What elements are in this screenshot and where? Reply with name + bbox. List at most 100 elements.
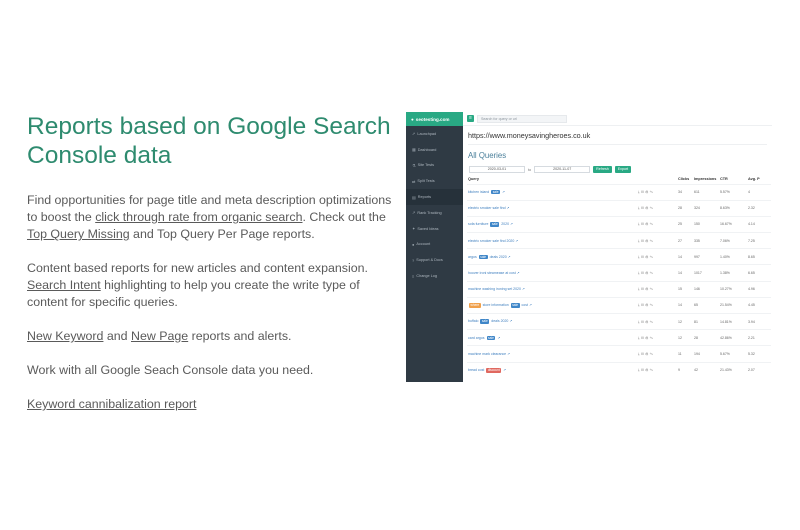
impressions-cell: 65 (693, 296, 719, 314)
text: and Top Query Per Page reports. (129, 227, 315, 241)
avg-position-cell: 2.21 (747, 329, 771, 346)
external-link-icon[interactable]: ↗ (509, 222, 513, 226)
clicks-cell: 14 (677, 264, 693, 282)
sidebar-item-rank-tracking[interactable]: ↗ Rank Tracking (406, 205, 463, 221)
column-header[interactable]: Avg. P (747, 175, 771, 184)
row-actions-icon[interactable]: ⤓ ▤ ⚙ ✎ (637, 264, 677, 282)
query-cell[interactable]: buffalo sale deals 2020 ↗ (467, 312, 637, 330)
row-actions-icon[interactable]: ⤓ ▤ ⚙ ✎ (637, 312, 677, 330)
external-link-icon[interactable]: ↗ (507, 206, 510, 210)
avg-position-cell: 4 (747, 183, 771, 201)
external-link-icon[interactable]: ↗ (508, 319, 512, 323)
row-actions-icon[interactable]: ⤓ ▤ ⚙ ✎ (637, 215, 677, 233)
avg-position-cell: 7.25 (747, 232, 771, 249)
table-row[interactable]: buffalo sale deals 2020 ↗ ⤓ ▤ ⚙ ✎ 12 81 14.8… (467, 312, 771, 330)
query-cell[interactable]: sofa furniture sale 2020 ↗ (467, 215, 637, 233)
query-cell[interactable]: electric smoker sale find ↗ (467, 199, 637, 217)
date-to-input[interactable]: 2020-11-07 (534, 166, 591, 173)
query-cell[interactable]: hoover ironi steamease at cost ↗ (467, 264, 637, 282)
query-cell[interactable]: card argos sale ↗ (467, 329, 637, 346)
column-header[interactable]: Impressions (693, 175, 719, 184)
row-actions-icon[interactable]: ⤓ ▤ ⚙ ✎ (637, 183, 677, 201)
table-row[interactable]: electric smoker sale find ↗ ⤓ ▤ ⚙ ✎ 28 324 8… (467, 199, 771, 217)
sidebar-item-label: Dashboard (417, 147, 437, 152)
row-actions-icon[interactable]: ⤓ ▤ ⚙ ✎ (637, 329, 677, 346)
column-header[interactable]: CTR (719, 175, 747, 184)
row-actions-icon[interactable]: ⤓ ▤ ⚙ ✎ (637, 361, 677, 379)
main-panel: ≡ Search for query or url https://www.mo… (463, 112, 772, 382)
column-header[interactable]: Clicks (677, 175, 693, 184)
sidebar-item-launchpad[interactable]: ➚ Launchpad (406, 126, 463, 142)
search-input[interactable]: Search for query or url (477, 114, 567, 123)
row-actions-icon[interactable]: ⤓ ▤ ⚙ ✎ (637, 296, 677, 314)
clicks-cell: 14 (677, 248, 693, 265)
query-cell[interactable]: bread cost discount ↗ (467, 361, 637, 379)
table-row[interactable]: bread cost discount ↗ ⤓ ▤ ⚙ ✎ 9 42 21.43% 2.0… (467, 361, 771, 379)
avg-position-cell: 4.96 (747, 280, 771, 298)
sidebar-item-split-tests[interactable]: ⇄ Split Tests (406, 173, 463, 189)
external-link-icon[interactable]: ↗ (517, 271, 520, 275)
sidebar-item-dashboard[interactable]: ▦ Dashboard (406, 142, 463, 158)
top-query-missing-link[interactable]: Top Query Missing (27, 227, 130, 241)
sidebar-item-site-tests[interactable]: ⚗ Site Tests (406, 158, 463, 174)
query-cell[interactable]: machine washing ironing set 2020 ↗ (467, 280, 637, 298)
query-cell[interactable]: machine mark clearance ↗ (467, 345, 637, 363)
table-row[interactable]: machine mark clearance ↗ ⤓ ▤ ⚙ ✎ 11 194 5.67… (467, 345, 771, 363)
external-link-icon[interactable]: ↗ (501, 190, 505, 194)
row-actions-icon[interactable]: ⤓ ▤ ⚙ ✎ (637, 248, 677, 265)
clicks-cell: 9 (677, 361, 693, 379)
refresh-button[interactable]: Refresh (593, 166, 612, 173)
query-cell[interactable]: where store information sale cost ↗ (467, 296, 637, 314)
keyword-cannibalization-link[interactable]: Keyword cannibalization report (27, 397, 196, 411)
table-row[interactable]: hoover ironi steamease at cost ↗ ⤓ ▤ ⚙ ✎ 1… (467, 264, 771, 282)
clicks-cell: 28 (677, 199, 693, 217)
row-actions-icon[interactable]: ⤓ ▤ ⚙ ✎ (637, 232, 677, 249)
query-cell[interactable]: electric smoker sale find 2020 ↗ (467, 232, 637, 249)
impressions-cell: 611 (693, 183, 719, 201)
table-row[interactable]: electric smoker sale find 2020 ↗ ⤓ ▤ ⚙ ✎ 2… (467, 232, 771, 249)
column-header[interactable]: Query (467, 175, 637, 184)
new-keyword-link[interactable]: New Keyword (27, 329, 103, 343)
topbar: ≡ Search for query or url (463, 112, 772, 126)
column-header[interactable] (637, 175, 677, 184)
search-intent-link[interactable]: Search Intent (27, 278, 101, 292)
row-actions-icon[interactable]: ⤓ ▤ ⚙ ✎ (637, 199, 677, 217)
table-row[interactable]: kitchen island sale ↗ ⤓ ▤ ⚙ ✎ 34 611 5.57% 4 (467, 183, 771, 201)
hamburger-icon[interactable]: ≡ (467, 115, 474, 122)
table-row[interactable]: machine washing ironing set 2020 ↗ ⤓ ▤ ⚙ … (467, 280, 771, 298)
table-row[interactable]: sofa furniture sale 2020 ↗ ⤓ ▤ ⚙ ✎ 25 150 16… (467, 215, 771, 233)
text: and (103, 329, 131, 343)
sidebar-item-change-log[interactable]: ≡ Change Log (406, 268, 463, 284)
date-from-input[interactable]: 2020-03-01 (469, 166, 525, 173)
clicks-cell: 15 (677, 280, 693, 298)
ctr-link[interactable]: click through rate from organic search (95, 210, 302, 224)
external-link-icon[interactable]: ↗ (507, 255, 511, 259)
sidebar-item-reports[interactable]: ▤ Reports (406, 189, 463, 205)
external-link-icon[interactable]: ↗ (507, 352, 510, 356)
row-actions-icon[interactable]: ⤓ ▤ ⚙ ✎ (637, 280, 677, 298)
table-row[interactable]: argos sale deals 2020 ↗ ⤓ ▤ ⚙ ✎ 14 997 1.40%… (467, 248, 771, 265)
export-button[interactable]: Export (614, 166, 632, 173)
app-logo[interactable]: ● seotesting.com (406, 112, 463, 126)
external-link-icon[interactable]: ↗ (528, 303, 532, 307)
sidebar-item-support-docs[interactable]: ? Support & Docs (406, 252, 463, 268)
sidebar-item-account[interactable]: ● Account (406, 237, 463, 253)
new-page-link[interactable]: New Page (131, 329, 188, 343)
external-link-icon[interactable]: ↗ (515, 239, 518, 243)
sidebar-item-saved-ideas[interactable]: ✦ Saved Ideas (406, 221, 463, 237)
table-row[interactable]: where store information sale cost ↗ ⤓ ▤ ⚙… (467, 296, 771, 314)
external-link-icon[interactable]: ↗ (522, 287, 525, 291)
dashboard-icon: ▦ (412, 147, 416, 153)
text: Content based reports for new articles a… (27, 261, 368, 275)
external-link-icon[interactable]: ↗ (502, 368, 506, 372)
external-link-icon[interactable]: ↗ (496, 336, 500, 340)
row-actions-icon[interactable]: ⤓ ▤ ⚙ ✎ (637, 345, 677, 363)
impressions-cell: 150 (693, 215, 719, 233)
query-cell[interactable]: kitchen island sale ↗ (467, 183, 637, 201)
intent-tag: where (469, 303, 481, 308)
query-cell[interactable]: argos sale deals 2020 ↗ (467, 248, 637, 265)
table-row[interactable]: card argos sale ↗ ⤓ ▤ ⚙ ✎ 12 28 42.86% 2.21 (467, 329, 771, 346)
intent-tag: sale (480, 319, 490, 324)
table-body: kitchen island sale ↗ ⤓ ▤ ⚙ ✎ 34 611 5.57% 4 e… (467, 183, 771, 379)
date-to-label: to (528, 167, 532, 172)
